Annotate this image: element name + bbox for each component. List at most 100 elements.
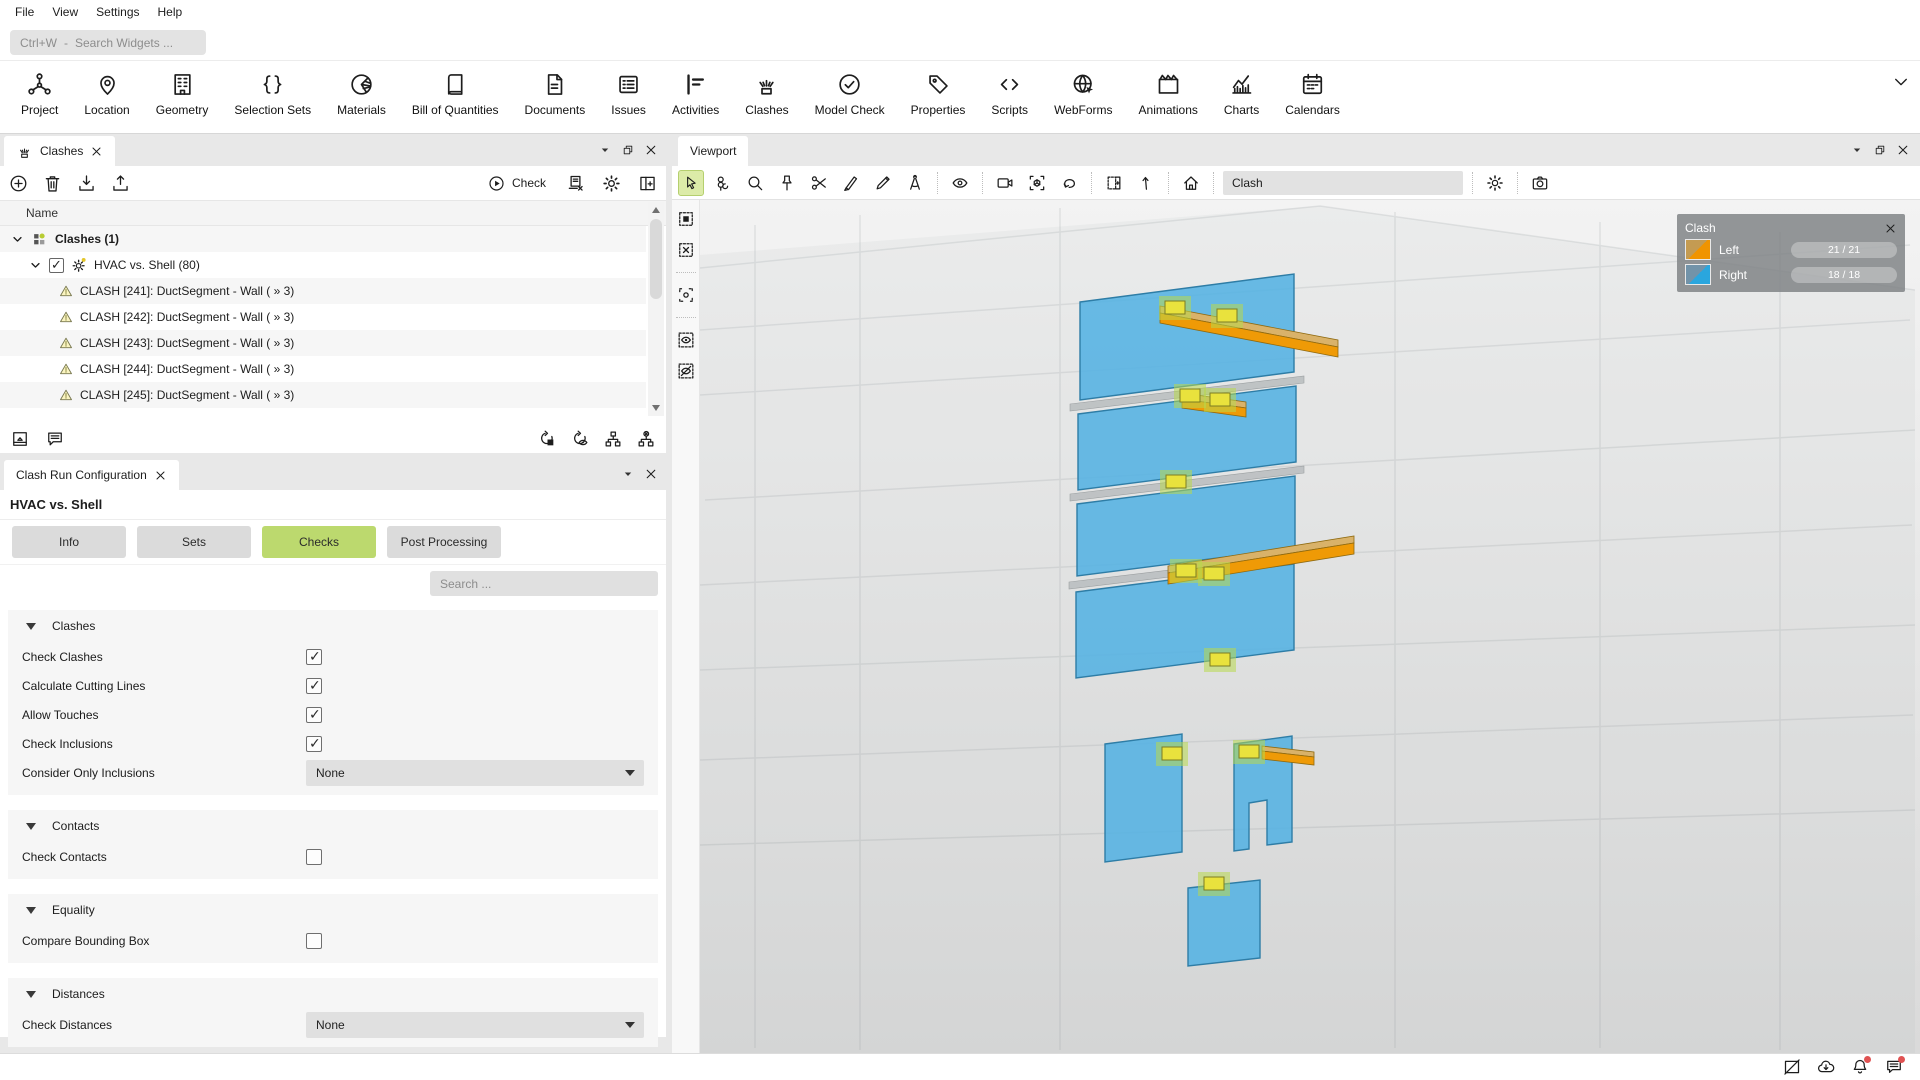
- zoom-tool[interactable]: [742, 170, 768, 196]
- viewport-canvas[interactable]: Clash Left 21 / 21 Right 18 / 18: [672, 200, 1920, 1053]
- search-widgets-input[interactable]: Ctrl+W - Search Widgets ...: [10, 30, 206, 55]
- check-clashes-checkbox[interactable]: [306, 649, 322, 665]
- close-icon[interactable]: [154, 469, 167, 482]
- tab-checks[interactable]: Checks: [262, 526, 376, 558]
- ribbon-item-webforms[interactable]: WebForms: [1041, 69, 1125, 119]
- panel-menu-icon[interactable]: [621, 467, 635, 481]
- config-search-input[interactable]: [430, 571, 658, 596]
- ribbon-item-issues[interactable]: Issues: [598, 69, 659, 119]
- tree-row-clash-242[interactable]: CLASH [242]: DuctSegment - Wall ( » 3): [0, 304, 646, 330]
- offline-icon[interactable]: [1782, 1057, 1802, 1077]
- ribbon-item-activities[interactable]: Activities: [659, 69, 732, 119]
- menu-help[interactable]: Help: [149, 0, 192, 24]
- add-clash-set-icon[interactable]: [8, 173, 29, 194]
- ribbon-item-properties[interactable]: Properties: [898, 69, 979, 119]
- allow-touches-checkbox[interactable]: [306, 707, 322, 723]
- camera-tool[interactable]: [992, 170, 1018, 196]
- ribbon-item-geometry[interactable]: Geometry: [143, 69, 222, 119]
- delete-icon[interactable]: [42, 173, 63, 194]
- section-contacts-header[interactable]: Contacts: [8, 810, 658, 842]
- messages-icon[interactable]: [1884, 1057, 1904, 1077]
- check-contacts-checkbox[interactable]: [306, 849, 322, 865]
- deselect-icon[interactable]: [675, 239, 697, 261]
- section-box-tool[interactable]: [1101, 170, 1127, 196]
- ribbon-item-materials[interactable]: Materials: [324, 69, 399, 119]
- tab-post-processing[interactable]: Post Processing: [387, 526, 501, 558]
- ribbon-overflow-button[interactable]: [1892, 73, 1910, 91]
- ribbon-item-bill-of-quantities[interactable]: Bill of Quantities: [399, 69, 512, 119]
- consider-only-inclusions-select[interactable]: None: [306, 760, 644, 786]
- tree-scrollbar[interactable]: [648, 202, 664, 416]
- close-icon[interactable]: [1884, 222, 1897, 235]
- notifications-bell-icon[interactable]: [1850, 1057, 1870, 1077]
- check-inclusions-checkbox[interactable]: [306, 736, 322, 752]
- float-panel-icon[interactable]: [1873, 143, 1887, 157]
- gear-icon[interactable]: [601, 173, 622, 194]
- view-mode-input[interactable]: [1223, 171, 1463, 195]
- scroll-up-icon[interactable]: [652, 207, 660, 213]
- menu-file[interactable]: File: [6, 0, 43, 24]
- pin-tool[interactable]: [774, 170, 800, 196]
- section-distances-header[interactable]: Distances: [8, 978, 658, 1010]
- focus-selection-icon[interactable]: [675, 284, 697, 306]
- home-view-button[interactable]: [1178, 170, 1204, 196]
- viewport-settings-gear-icon[interactable]: [1482, 170, 1508, 196]
- legend-row-left[interactable]: Left 21 / 21: [1685, 237, 1897, 262]
- chevron-down-icon[interactable]: [28, 258, 43, 273]
- tab-info[interactable]: Info: [12, 526, 126, 558]
- tab-clash-run-configuration[interactable]: Clash Run Configuration: [4, 460, 179, 490]
- details-panel-icon[interactable]: [10, 429, 30, 449]
- ribbon-item-project[interactable]: Project: [8, 69, 71, 119]
- hide-selected-icon[interactable]: [675, 360, 697, 382]
- panel-menu-icon[interactable]: [1850, 143, 1864, 157]
- panel-menu-icon[interactable]: [598, 143, 612, 157]
- scroll-down-icon[interactable]: [652, 405, 660, 411]
- walk-tool[interactable]: [1133, 170, 1159, 196]
- import-icon[interactable]: [76, 173, 97, 194]
- screenshot-camera-icon[interactable]: [1527, 170, 1553, 196]
- menu-settings[interactable]: Settings: [87, 0, 148, 24]
- tab-clashes[interactable]: Clashes: [4, 136, 115, 166]
- markup-pen-tool[interactable]: [870, 170, 896, 196]
- ribbon-item-charts[interactable]: Charts: [1211, 69, 1272, 119]
- cloud-sync-icon[interactable]: [1816, 1057, 1836, 1077]
- knife-tool[interactable]: [838, 170, 864, 196]
- visibility-tool[interactable]: [947, 170, 973, 196]
- row-checkbox[interactable]: [49, 258, 64, 273]
- update-visible-icon[interactable]: [570, 429, 590, 449]
- tree-row-clash-244[interactable]: CLASH [244]: DuctSegment - Wall ( » 3): [0, 356, 646, 382]
- ribbon-item-documents[interactable]: Documents: [512, 69, 599, 119]
- check-distances-select[interactable]: None: [306, 1012, 644, 1038]
- section-equality-header[interactable]: Equality: [8, 894, 658, 926]
- menu-view[interactable]: View: [43, 0, 87, 24]
- select-tool[interactable]: [678, 170, 704, 196]
- section-cut-tool[interactable]: [806, 170, 832, 196]
- close-icon[interactable]: [90, 145, 103, 158]
- select-all-icon[interactable]: [675, 208, 697, 230]
- add-view-icon[interactable]: [637, 173, 658, 194]
- clear-results-icon[interactable]: [565, 173, 586, 194]
- tab-viewport[interactable]: Viewport: [678, 136, 748, 166]
- chevron-down-icon[interactable]: [10, 232, 25, 247]
- export-icon[interactable]: [110, 173, 131, 194]
- calculate-cutting-lines-checkbox[interactable]: [306, 678, 322, 694]
- close-icon[interactable]: [1896, 143, 1910, 157]
- measure-tool[interactable]: [902, 170, 928, 196]
- tree-row-clash-245[interactable]: CLASH [245]: DuctSegment - Wall ( » 3): [0, 382, 646, 408]
- ribbon-item-location[interactable]: Location: [71, 69, 142, 119]
- lasso-select-tool[interactable]: [710, 170, 736, 196]
- tree-row-hvac-vs-shell[interactable]: HVAC vs. Shell (80): [0, 252, 646, 278]
- comments-icon[interactable]: [45, 429, 65, 449]
- tree-row-clash-241[interactable]: CLASH [241]: DuctSegment - Wall ( » 3): [0, 278, 646, 304]
- update-selected-icon[interactable]: [537, 429, 557, 449]
- ribbon-item-scripts[interactable]: Scripts: [978, 69, 1041, 119]
- orbit-rotate-tool[interactable]: [1056, 170, 1082, 196]
- ribbon-item-selection-sets[interactable]: Selection Sets: [221, 69, 324, 119]
- tree-row-clashes-root[interactable]: Clashes (1): [0, 226, 646, 252]
- ribbon-item-animations[interactable]: Animations: [1126, 69, 1211, 119]
- ribbon-item-clashes[interactable]: Clashes: [732, 69, 801, 119]
- tab-sets[interactable]: Sets: [137, 526, 251, 558]
- group-tree-icon[interactable]: [603, 429, 623, 449]
- legend-row-right[interactable]: Right 18 / 18: [1685, 262, 1897, 287]
- clear-grouping-icon[interactable]: [636, 429, 656, 449]
